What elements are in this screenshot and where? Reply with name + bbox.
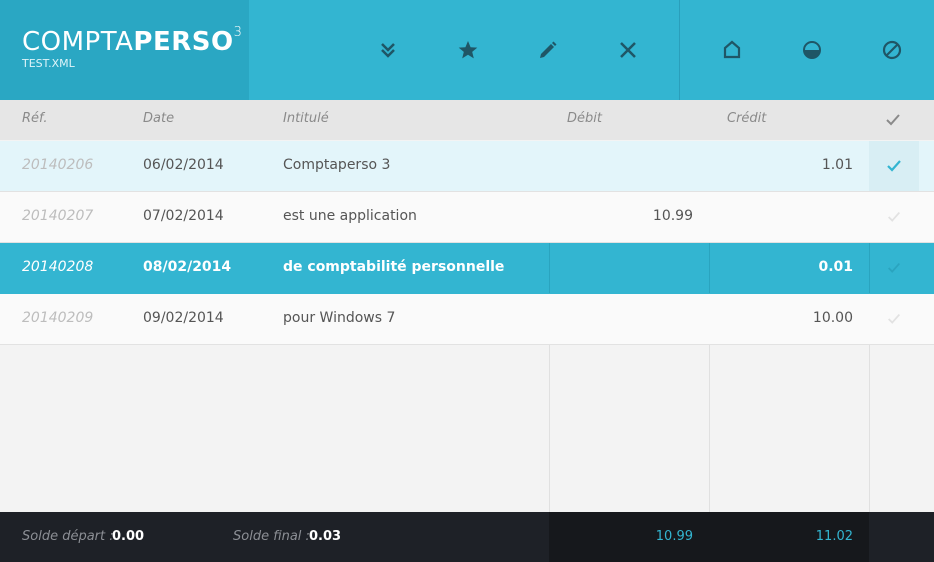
row-date: 06/02/2014 <box>143 157 224 173</box>
row-ref: 20140209 <box>22 310 94 326</box>
table-row[interactable]: 20140206 06/02/2014 Comptaperso 3 1.01 <box>0 141 934 192</box>
home-button[interactable] <box>712 30 752 70</box>
star-icon <box>458 41 478 59</box>
app-title: COMPTAPERSO3 <box>22 25 243 57</box>
toolbar-divider <box>679 0 680 100</box>
expand-down-icon <box>381 43 395 58</box>
row-ref: 20140208 <box>22 259 94 275</box>
checkmark-icon <box>888 313 900 324</box>
app-header: COMPTAPERSO3 TEST.XML <box>0 0 934 100</box>
row-credit: 1.01 <box>821 157 853 173</box>
row-credit: 10.00 <box>812 310 853 326</box>
column-check[interactable] <box>884 111 902 129</box>
row-date: 09/02/2014 <box>143 310 224 326</box>
checkmark-icon <box>888 262 900 273</box>
checkmark-icon <box>888 211 900 222</box>
checkmark-icon <box>887 160 901 172</box>
row-check-toggle[interactable] <box>869 243 919 293</box>
forbidden-icon <box>882 40 902 60</box>
home-icon <box>723 40 741 59</box>
expand-down-button[interactable] <box>368 30 408 70</box>
row-ref: 20140206 <box>22 157 94 173</box>
summary-footer: Solde départ : 0.00 Solde final : 0.03 1… <box>0 512 934 562</box>
pencil-icon <box>540 41 557 58</box>
table-row[interactable]: 20140207 07/02/2014 est une application … <box>0 192 934 243</box>
row-label: Comptaperso 3 <box>283 157 391 173</box>
final-balance-label: Solde final : <box>233 529 310 544</box>
final-balance-value: 0.03 <box>309 529 342 544</box>
row-credit: 0.01 <box>818 259 853 275</box>
balance-button[interactable] <box>792 30 832 70</box>
favorite-button[interactable] <box>448 30 488 70</box>
row-date: 07/02/2014 <box>143 208 224 224</box>
row-debit: 10.99 <box>652 208 693 224</box>
row-label: pour Windows 7 <box>283 310 396 326</box>
column-ref[interactable]: Réf. <box>22 111 48 126</box>
cancel-button[interactable] <box>872 30 912 70</box>
delete-button[interactable] <box>608 30 648 70</box>
row-ref: 20140207 <box>22 208 94 224</box>
total-credit: 11.02 <box>815 529 853 544</box>
total-debit: 10.99 <box>655 529 693 544</box>
row-date: 08/02/2014 <box>143 259 232 275</box>
cell-divider <box>549 243 550 293</box>
table-row[interactable]: 20140208 08/02/2014 de comptabilité pers… <box>0 243 934 294</box>
file-name: TEST.XML <box>22 57 75 70</box>
cell-divider <box>709 243 710 293</box>
close-icon <box>620 42 636 58</box>
column-header: Réf. Date Intitulé Débit Crédit <box>0 100 934 140</box>
half-circle-icon <box>803 41 821 59</box>
row-label: est une application <box>283 208 417 224</box>
column-label[interactable]: Intitulé <box>283 111 329 126</box>
checkmark-icon <box>886 114 900 126</box>
edit-button[interactable] <box>528 30 568 70</box>
start-balance-value: 0.00 <box>112 529 145 544</box>
row-label: de comptabilité personnelle <box>283 259 505 275</box>
logo-panel: COMPTAPERSO3 TEST.XML <box>0 0 249 100</box>
row-check-toggle[interactable] <box>869 192 919 242</box>
row-check-toggle[interactable] <box>869 294 919 344</box>
column-debit[interactable]: Débit <box>567 111 602 126</box>
start-balance-label: Solde départ : <box>22 529 114 544</box>
table-row[interactable]: 20140209 09/02/2014 pour Windows 7 10.00 <box>0 294 934 345</box>
column-date[interactable]: Date <box>143 111 174 126</box>
row-check-toggle[interactable] <box>869 141 919 191</box>
column-credit[interactable]: Crédit <box>727 111 766 126</box>
